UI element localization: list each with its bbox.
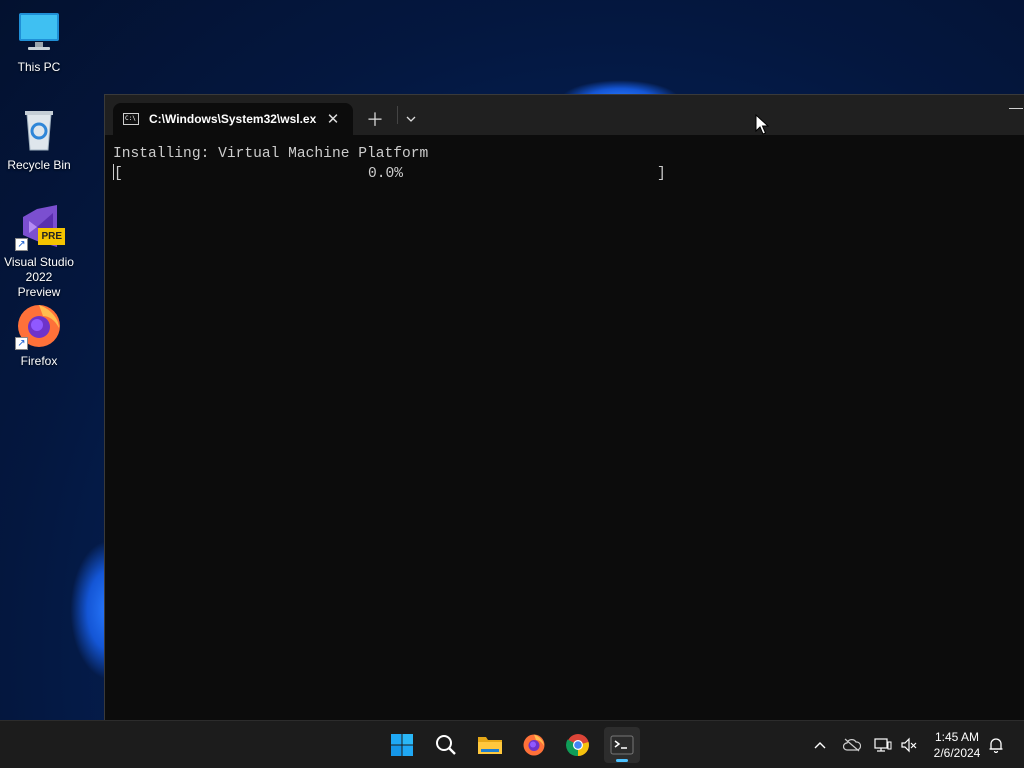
terminal-progress-line: [ 0.0% ]: [113, 164, 1016, 184]
active-app-indicator: [616, 759, 628, 762]
volume-tray-button[interactable]: [899, 735, 919, 755]
file-explorer-button[interactable]: [472, 727, 508, 763]
visual-studio-preview-icon: PRE ↗: [15, 203, 65, 251]
search-icon: [436, 735, 456, 755]
shortcut-arrow-icon: ↗: [15, 337, 28, 350]
desktop-icon-recycle-bin[interactable]: Recycle Bin: [4, 106, 74, 173]
preview-badge: PRE: [38, 228, 65, 245]
show-hidden-icons-button[interactable]: [810, 735, 830, 755]
notifications-button[interactable]: [986, 735, 1006, 755]
taskbar: 1:45 AM 2/6/2024: [0, 720, 1024, 768]
mouse-pointer-icon: [755, 114, 769, 135]
desktop-icon-visual-studio[interactable]: PRE ↗ Visual Studio 2022 Preview: [4, 203, 74, 300]
tab-dropdown-button[interactable]: [398, 103, 424, 135]
clock-time: 1:45 AM: [934, 730, 980, 744]
chevron-down-icon: [406, 116, 416, 122]
cloud-off-icon: [843, 738, 861, 752]
terminal-output[interactable]: Installing: Virtual Machine Platform [ 0.…: [105, 135, 1024, 194]
bell-icon: [989, 738, 1003, 753]
monitor-icon: [15, 8, 63, 56]
new-tab-button[interactable]: ＋: [353, 103, 397, 135]
terminal-line: Installing: Virtual Machine Platform: [113, 146, 429, 162]
network-tray-button[interactable]: [873, 735, 893, 755]
terminal-icon: [610, 735, 634, 755]
cmd-icon: C:\: [123, 113, 139, 125]
shortcut-arrow-icon: ↗: [15, 238, 28, 251]
clock[interactable]: 1:45 AM 2/6/2024: [926, 729, 988, 761]
start-button[interactable]: [384, 727, 420, 763]
onedrive-tray-button[interactable]: [842, 735, 862, 755]
recycle-bin-icon: [15, 106, 63, 154]
progress-text: 0.0% ]: [122, 166, 666, 182]
desktop: This PC Recycle Bin PRE ↗ Visual Studio …: [0, 0, 1024, 768]
clock-date: 2/6/2024: [933, 746, 981, 760]
desktop-icon-label: Firefox: [20, 354, 58, 368]
folder-icon: [478, 737, 502, 754]
firefox-icon: [523, 734, 545, 756]
volume-muted-icon: [901, 737, 917, 753]
firefox-icon: ↗: [15, 302, 63, 350]
chrome-icon: [566, 734, 589, 757]
chevron-up-icon: [814, 742, 826, 749]
network-icon: [874, 738, 892, 752]
chrome-taskbar-button[interactable]: [560, 727, 596, 763]
desktop-icon-label: This PC: [17, 60, 61, 74]
terminal-window[interactable]: C:\ C:\Windows\System32\wsl.ex ✕ ＋ — Ins…: [104, 94, 1024, 720]
progress-open-bracket: [: [114, 166, 123, 182]
tab-title: C:\Windows\System32\wsl.ex: [149, 112, 317, 126]
desktop-icon-label: Visual Studio 2022 Preview: [4, 255, 74, 299]
minimize-button[interactable]: —: [1008, 99, 1024, 119]
desktop-icon-label: Recycle Bin: [7, 158, 71, 172]
firefox-taskbar-button[interactable]: [516, 727, 552, 763]
desktop-icon-firefox[interactable]: ↗ Firefox: [4, 302, 74, 369]
search-button[interactable]: [428, 727, 464, 763]
terminal-tab-bar[interactable]: C:\ C:\Windows\System32\wsl.ex ✕ ＋ —: [105, 95, 1024, 135]
terminal-tab[interactable]: C:\ C:\Windows\System32\wsl.ex ✕: [113, 103, 353, 135]
desktop-icon-this-pc[interactable]: This PC: [4, 8, 74, 75]
terminal-taskbar-button[interactable]: [604, 727, 640, 763]
windows-start-icon: [391, 734, 413, 756]
close-tab-icon[interactable]: ✕: [323, 110, 343, 128]
